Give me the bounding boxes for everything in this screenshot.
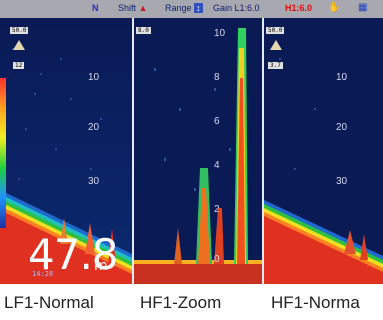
range-tag: 50.0 bbox=[10, 27, 29, 34]
caption-hf1-zoom: HF1-Zoom bbox=[140, 293, 222, 312]
scale-mark: 10 bbox=[336, 72, 348, 83]
scale-mark: 4 bbox=[214, 160, 220, 171]
hf1-normal-echogram bbox=[264, 18, 383, 284]
hf-gain-readout: H1:6.0 bbox=[285, 3, 313, 13]
scale-mark: 8 bbox=[214, 72, 220, 83]
pane-hf1-normal[interactable]: 50.0 3.7 10 20 30 bbox=[264, 18, 383, 284]
scale-mark: 10 bbox=[214, 28, 226, 39]
range-tag: 8.0 bbox=[136, 27, 151, 34]
pane-hf1-zoom[interactable]: 8.0 10 8 6 4 2 0 bbox=[134, 18, 262, 284]
pane-sub-tag: 3.7 bbox=[268, 62, 283, 69]
menu-grid-icon[interactable]: ▦ bbox=[358, 2, 367, 13]
scale-mark: 30 bbox=[336, 176, 348, 187]
scale-mark: 2 bbox=[214, 204, 220, 215]
pane-sub-tag: 12 bbox=[13, 62, 25, 69]
scale-mark: 20 bbox=[88, 122, 100, 133]
hand-icon[interactable]: ✋ bbox=[328, 2, 340, 13]
transducer-triangle-icon bbox=[270, 40, 282, 50]
hf1-zoom-echogram bbox=[134, 18, 262, 284]
scale-mark: 20 bbox=[336, 122, 348, 133]
depth-unit: m bbox=[94, 258, 108, 274]
shift-control[interactable]: Shift ▲ bbox=[118, 3, 147, 13]
scale-mark: 10 bbox=[88, 72, 100, 83]
mode-indicator: N bbox=[92, 3, 99, 13]
range-control[interactable]: Range ↕ bbox=[165, 3, 203, 13]
caption-lf1-normal: LF1-Normal bbox=[4, 293, 94, 312]
transducer-triangle-icon bbox=[13, 40, 25, 50]
range-tag: 50.0 bbox=[266, 27, 285, 34]
gain-readout: Gain L1:6.0 bbox=[213, 3, 260, 13]
scale-mark: 30 bbox=[88, 176, 100, 187]
caption-hf1-normal: HF1-Norma bbox=[271, 293, 360, 312]
scale-mark: 6 bbox=[214, 116, 220, 127]
depth-subtext: 14:28 bbox=[32, 270, 54, 278]
scale-mark: 0 bbox=[214, 254, 220, 265]
sonar-display: N Shift ▲ Range ↕ Gain L1:6.0 H1:6.0 ✋ ▦ bbox=[0, 0, 383, 284]
color-scale-bar bbox=[0, 78, 6, 228]
status-bar: N Shift ▲ Range ↕ Gain L1:6.0 H1:6.0 ✋ ▦ bbox=[0, 0, 383, 18]
